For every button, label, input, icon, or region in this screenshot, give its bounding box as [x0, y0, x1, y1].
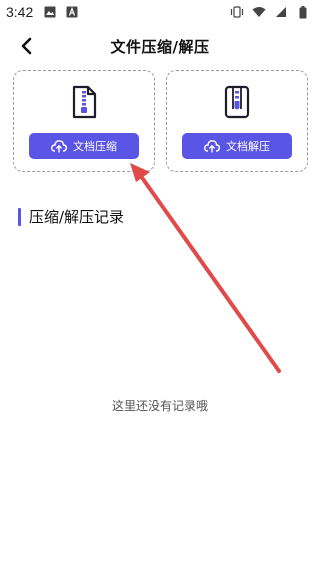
cloud-upload-icon	[51, 140, 67, 153]
unzip-file-icon	[222, 85, 252, 119]
back-button[interactable]	[14, 34, 38, 58]
compress-card: 文档压缩	[13, 70, 155, 172]
compress-doc-button[interactable]: 文档压缩	[29, 133, 139, 159]
battery-icon	[296, 5, 310, 19]
signal-icon	[274, 5, 288, 19]
status-bar: 3:42	[0, 0, 320, 24]
status-time: 3:42	[6, 4, 34, 20]
compress-doc-label: 文档压缩	[73, 140, 117, 153]
vibrate-icon	[230, 5, 244, 19]
page-title: 文件压缩/解压	[110, 37, 210, 56]
status-system-icons	[230, 5, 310, 19]
section-accent-bar	[18, 207, 21, 226]
records-section-header: 压缩/解压记录	[18, 206, 124, 227]
zip-file-icon	[69, 85, 99, 119]
app-header: 文件压缩/解压	[0, 30, 320, 62]
chevron-left-icon	[21, 37, 32, 55]
empty-state-text: 这里还没有记录哦	[111, 399, 208, 413]
image-icon	[43, 5, 57, 19]
wifi-icon	[252, 5, 266, 19]
decompress-card: 文档解压	[166, 70, 308, 172]
decompress-doc-button[interactable]: 文档解压	[182, 133, 292, 159]
cloud-upload-icon	[204, 140, 220, 153]
status-notification-icons	[43, 5, 79, 19]
decompress-doc-label: 文档解压	[226, 140, 270, 153]
font-icon	[65, 5, 79, 19]
records-section-title: 压缩/解压记录	[29, 208, 125, 226]
